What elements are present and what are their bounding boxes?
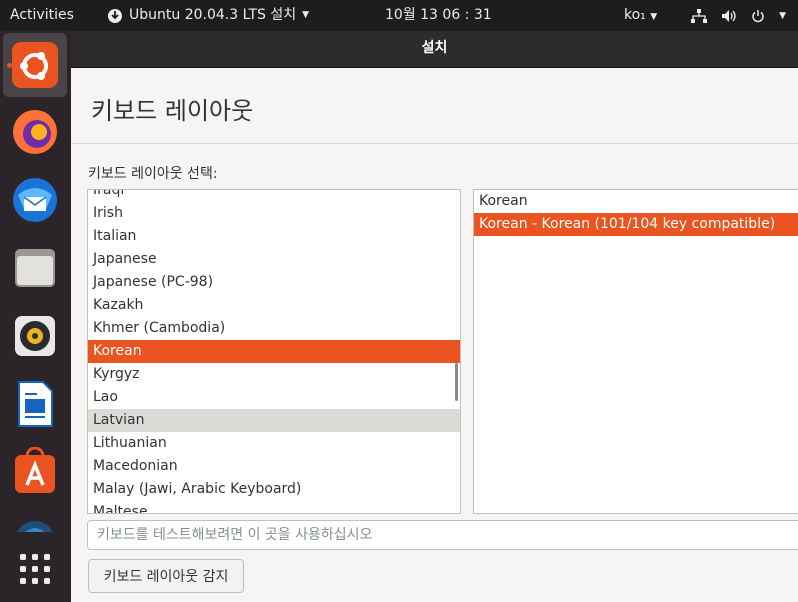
input-method-indicator[interactable]: ko₁ ▼ [624, 0, 657, 31]
dock-libreoffice-writer[interactable] [3, 372, 67, 436]
system-tray[interactable]: ▼ [691, 0, 786, 31]
chevron-down-icon: ▼ [779, 10, 786, 21]
layout-list-item[interactable]: Kyrgyz [88, 363, 460, 386]
help-icon [17, 521, 53, 532]
dock-ubuntu-software[interactable] [3, 440, 67, 504]
keyboard-layout-list[interactable]: Iraqi Irish Italian Japanese Japanese (PC-98… [87, 189, 461, 514]
show-applications-button[interactable] [3, 537, 67, 601]
layout-list-item[interactable]: Lao [88, 386, 460, 409]
layout-list-item[interactable]: Japanese [88, 248, 460, 271]
app-menu-label: Ubuntu 20.04.3 LTS 설치 [129, 7, 297, 23]
scrollbar-thumb[interactable] [455, 363, 458, 401]
layout-list-item[interactable]: Latvian [88, 409, 460, 432]
power-icon [752, 9, 764, 22]
dock-files[interactable] [3, 236, 67, 300]
activities-button[interactable]: Activities [10, 0, 74, 31]
installer-window: 설치 키보드 레이아웃 키보드 레이아웃 선택: Iraqi Irish Itali… [71, 31, 798, 602]
clock[interactable]: 10월 13 06 : 31 [385, 0, 492, 31]
chevron-down-icon: ▼ [650, 12, 658, 22]
layout-list-item[interactable]: Lithuanian [88, 432, 460, 455]
libreoffice-writer-icon [18, 381, 53, 427]
layout-list-item[interactable]: Korean [88, 340, 460, 363]
dock-thunderbird[interactable] [3, 168, 67, 232]
input-method-label: ko₁ [624, 7, 646, 23]
layout-list-caption: 키보드 레이아웃 선택: [88, 166, 218, 182]
layout-list-item[interactable]: Iraqi [88, 190, 460, 202]
layout-list-item[interactable]: Khmer (Cambodia) [88, 317, 460, 340]
keyboard-test-input[interactable] [87, 520, 798, 550]
chevron-down-icon: ▼ [302, 10, 310, 20]
top-bar: Activities Ubuntu 20.04.3 LTS 설치 ▼ 10월 1… [0, 0, 798, 31]
layout-list-item[interactable]: Macedonian [88, 455, 460, 478]
show-applications-icon [20, 554, 50, 584]
running-indicator [7, 63, 12, 68]
layout-list-item[interactable]: Malay (Jawi, Arabic Keyboard) [88, 478, 460, 501]
layout-list-item[interactable]: Irish [88, 202, 460, 225]
detect-keyboard-layout-button[interactable]: 키보드 레이아웃 감지 [88, 559, 244, 593]
rhythmbox-icon [15, 316, 55, 356]
ubuntu-installer-icon [12, 42, 58, 88]
dock-firefox[interactable] [3, 100, 67, 164]
thunderbird-icon [13, 178, 57, 222]
files-icon [15, 249, 55, 287]
network-icon [691, 8, 708, 23]
volume-icon [722, 9, 736, 22]
dock-rhythmbox[interactable] [3, 304, 67, 368]
keyboard-variant-list[interactable]: Korean Korean - Korean (101/104 key compa… [473, 189, 798, 514]
divider [71, 143, 798, 144]
layout-list-item[interactable]: Kazakh [88, 294, 460, 317]
page-title: 키보드 레이아웃 [91, 97, 254, 125]
layout-list-item[interactable]: Maltese [88, 501, 460, 513]
ubuntu-software-icon [15, 447, 55, 493]
dock-help[interactable] [3, 508, 67, 532]
app-menu[interactable]: Ubuntu 20.04.3 LTS 설치 ▼ [107, 0, 309, 31]
layout-list-item[interactable]: Italian [88, 225, 460, 248]
layout-list-item[interactable]: Japanese (PC-98) [88, 271, 460, 294]
firefox-icon [13, 110, 57, 154]
variant-list-item[interactable]: Korean - Korean (101/104 key compatible) [474, 213, 798, 236]
dock-ubuntu-installer[interactable] [3, 33, 67, 97]
window-title[interactable]: 설치 [71, 31, 798, 68]
variant-list-item[interactable]: Korean [474, 190, 798, 213]
dock [0, 31, 71, 602]
installer-icon [108, 8, 122, 23]
